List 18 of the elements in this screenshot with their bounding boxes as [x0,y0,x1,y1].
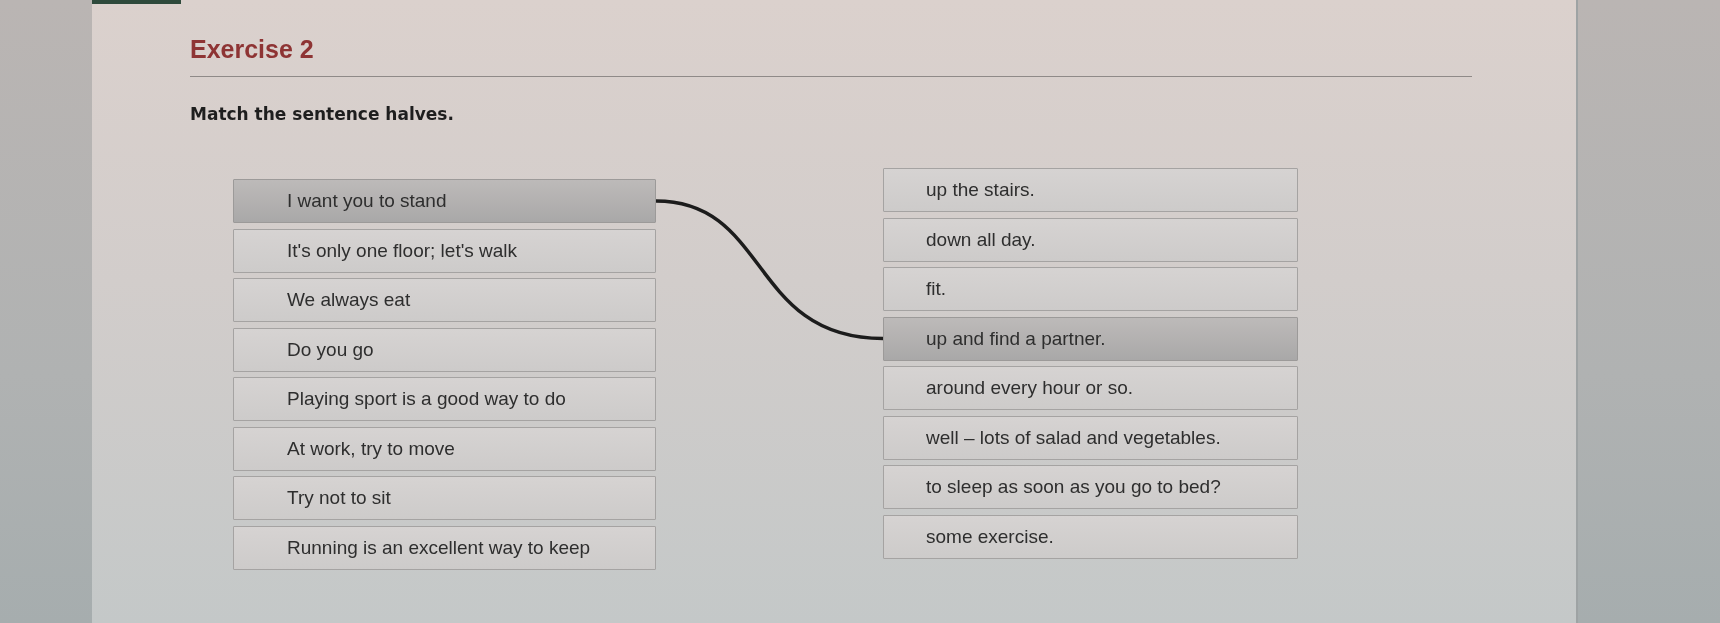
sentence-end-option[interactable]: up and find a partner. [883,316,1298,361]
sentence-end-option[interactable]: down all day. [883,217,1298,262]
sentence-start-option[interactable]: Try not to sit [233,476,656,520]
sentence-end-option[interactable]: fit. [883,267,1298,311]
sentence-start-option[interactable]: Playing sport is a good way to do [233,377,656,421]
sentence-end-option[interactable]: well – lots of salad and vegetables. [883,415,1298,460]
sentence-start-option[interactable]: Do you go [233,327,656,372]
instruction-text: Match the sentence halves. [190,103,454,126]
sentence-start-option[interactable]: It's only one floor; let's walk [233,228,656,273]
sentence-start-option[interactable]: I want you to stand [233,179,656,223]
sentence-start-option[interactable]: At work, try to move [233,426,656,471]
exercise-title: Exercise 2 [190,34,314,64]
sentence-end-option[interactable]: up the stairs. [883,168,1298,212]
sentence-end-option[interactable]: some exercise. [883,514,1298,559]
sentence-start-option[interactable]: We always eat [233,278,656,322]
sentence-end-option[interactable]: to sleep as soon as you go to bed? [883,465,1298,509]
sentence-start-option[interactable]: Running is an excellent way to keep [233,525,656,570]
sentence-end-option[interactable]: around every hour or so. [883,366,1298,410]
